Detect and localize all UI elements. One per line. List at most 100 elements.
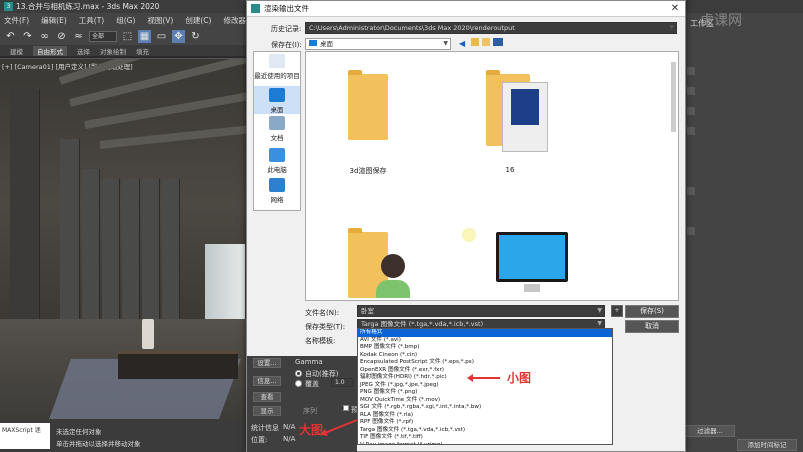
gamma-override-radio[interactable] xyxy=(295,380,302,387)
dialog-title: 渲染输出文件 xyxy=(264,4,309,13)
folder-icon xyxy=(348,70,388,140)
view-menu-icon[interactable] xyxy=(493,38,503,46)
save-in-label: 保存在(I): xyxy=(271,41,302,49)
desktop-icon xyxy=(269,88,285,102)
ribbon-tab-object-paint[interactable]: 对象绘制 xyxy=(100,46,126,56)
info-button[interactable]: 信息... xyxy=(253,376,281,386)
ribbon-tab-freeform[interactable]: 自由形式 xyxy=(33,45,67,56)
bind-spacewarp-icon[interactable]: ≈ xyxy=(72,30,85,43)
display-button[interactable]: 显示 xyxy=(253,406,281,416)
filetype-option[interactable]: RPF 图像文件 (*.rpf) xyxy=(358,419,612,427)
status-bar: MAXScript 迷 未选定任何对象 单击并拖动以选择并移动对象 xyxy=(0,420,248,452)
view-button[interactable]: 查看 xyxy=(253,392,281,402)
filetype-option[interactable]: AVI 文件 (*.avi) xyxy=(358,337,612,345)
window-crossing-icon[interactable]: ▭ xyxy=(155,30,168,43)
setup-button[interactable]: 设置... xyxy=(253,358,281,368)
filetype-option[interactable]: Kodak Cineon (*.cin) xyxy=(358,352,612,360)
filetype-option[interactable]: RLA 图像文件 (*.rla) xyxy=(358,412,612,420)
place-desktop[interactable]: 桌面 xyxy=(254,86,300,114)
place-recent[interactable]: 最近使用的项目 xyxy=(254,54,300,80)
chevron-down-icon: ▼ xyxy=(669,24,674,31)
monitor-icon xyxy=(496,232,568,282)
history-label: 历史记录: xyxy=(271,25,302,33)
new-folder-icon[interactable] xyxy=(482,38,490,46)
camera-viewport[interactable]: [+] [Camera01] [用户定义] [默认明暗处理] xyxy=(0,58,248,420)
menu-create[interactable]: 创建(C) xyxy=(185,15,211,26)
max-logo-icon: 3 xyxy=(4,2,13,11)
select-move-icon[interactable]: ✥ xyxy=(172,29,185,43)
filetype-option[interactable]: 所有格式 xyxy=(358,329,612,337)
status-line-2: 单击并拖动以选择并移动对象 xyxy=(56,440,141,448)
places-sidebar: 最近使用的项目 桌面 文档 此电脑 网络 xyxy=(253,51,301,211)
command-panel-button[interactable] xyxy=(687,87,695,95)
cancel-button[interactable]: 取消 xyxy=(625,320,679,333)
filetype-option[interactable]: OpenEXR 图像文件 (*.exr,*.fxr) xyxy=(358,367,612,375)
recent-icon xyxy=(269,54,285,68)
menu-file[interactable]: 文件(F) xyxy=(4,15,29,26)
filetype-option[interactable]: SGI 文件 (*.rgb,*.rgba,*.sgi,*.int,*.inta,… xyxy=(358,404,612,412)
wall-panel xyxy=(10,89,40,329)
place-documents[interactable]: 文档 xyxy=(254,116,300,142)
place-network[interactable]: 网络 xyxy=(254,178,300,204)
filename-extra-button[interactable]: + xyxy=(611,305,623,317)
file-list: 3d渲图保存 16 xyxy=(305,51,679,301)
link-icon[interactable]: ∞ xyxy=(38,30,51,43)
filetype-option[interactable]: Encapsulated PostScript 文件 (*.eps,*.ps) xyxy=(358,359,612,367)
menu-group[interactable]: 组(G) xyxy=(116,15,135,26)
menu-edit[interactable]: 编辑(E) xyxy=(41,15,67,26)
wall-panel xyxy=(122,179,140,329)
file-list-scrollbar[interactable] xyxy=(671,62,676,132)
place-this-pc[interactable]: 此电脑 xyxy=(254,148,300,174)
command-panel-button[interactable] xyxy=(687,227,695,235)
redo-icon[interactable]: ↷ xyxy=(21,30,34,43)
menu-view[interactable]: 视图(V) xyxy=(147,15,173,26)
filetype-option[interactable]: Targa 图像文件 (*.tga,*.vda,*.icb,*.vst) xyxy=(358,427,612,435)
command-panel-button[interactable] xyxy=(687,127,695,135)
desktop-small-icon xyxy=(309,40,317,46)
save-in-value: 桌面 xyxy=(320,40,333,48)
history-dropdown[interactable]: C:\Users\Administrator\Documents\3ds Max… xyxy=(305,22,677,34)
filetype-option[interactable]: BMP 图像文件 (*.bmp) xyxy=(358,344,612,352)
maxscript-listener[interactable]: MAXScript 迷 xyxy=(0,423,50,449)
back-icon[interactable]: ◀ xyxy=(459,39,465,48)
filetype-option[interactable]: TIF 图像文件 (*.tif,*.tiff) xyxy=(358,434,612,442)
filetype-option[interactable]: PNG 图像文件 (*.png) xyxy=(358,389,612,397)
gamma-auto-radio[interactable] xyxy=(295,370,302,377)
filename-input[interactable]: 卧室 ▼ xyxy=(357,305,605,317)
command-panel-button[interactable] xyxy=(687,187,695,195)
position-label: 位置: xyxy=(251,436,268,444)
chevron-down-icon: ▼ xyxy=(597,307,602,314)
selection-filter-dropdown[interactable]: 全部 xyxy=(89,30,117,42)
thumbnail-picture xyxy=(511,89,539,125)
stats-value: N/A xyxy=(283,423,296,431)
ribbon-tab-modeling[interactable]: 建模 xyxy=(10,46,23,56)
preview-checkbox[interactable] xyxy=(343,405,349,411)
menu-tools[interactable]: 工具(T) xyxy=(79,15,104,26)
save-button[interactable]: 保存(S) xyxy=(625,305,679,318)
dialog-titlebar: 渲染输出文件 xyxy=(247,1,685,17)
filetype-options-list[interactable]: 所有格式 AVI 文件 (*.avi) BMP 图像文件 (*.bmp) Kodak … xyxy=(357,328,613,445)
save-in-dropdown[interactable]: 桌面 ▼ xyxy=(305,38,451,50)
ribbon-tab-selection[interactable]: 选择 xyxy=(77,46,90,56)
mouse-cursor-highlight xyxy=(462,228,476,242)
command-panel: 过滤器... 添加时间标记 xyxy=(677,27,803,452)
select-object-icon[interactable]: ⬚ xyxy=(121,30,134,43)
filter-button[interactable]: 过滤器... xyxy=(685,425,735,437)
rotate-icon[interactable]: ↻ xyxy=(189,30,202,43)
file-name: 16 xyxy=(505,166,515,174)
up-folder-icon[interactable] xyxy=(471,38,479,46)
command-panel-button[interactable] xyxy=(687,67,695,75)
unlink-icon[interactable]: ⊘ xyxy=(55,30,68,43)
file-name: 3d渲图保存 xyxy=(349,167,387,175)
filetype-option[interactable]: V-Ray image format (*.vrimg) xyxy=(358,442,612,445)
filetype-option[interactable]: JPEG 文件 (*.jpg,*.jpe,*.jpeg) xyxy=(358,382,612,390)
select-region-icon[interactable]: ▦ xyxy=(138,29,151,43)
close-icon[interactable]: ✕ xyxy=(669,3,681,15)
undo-icon[interactable]: ↶ xyxy=(4,30,17,43)
filetype-option[interactable]: MOV QuickTime 文件 (*.mov) xyxy=(358,397,612,405)
ribbon-tab-populate[interactable]: 填充 xyxy=(136,46,149,56)
gamma-value-input[interactable]: 1.0 xyxy=(331,378,353,387)
add-time-tag-button[interactable]: 添加时间标记 xyxy=(737,439,797,451)
command-panel-button[interactable] xyxy=(687,107,695,115)
wall-panel xyxy=(142,179,160,329)
